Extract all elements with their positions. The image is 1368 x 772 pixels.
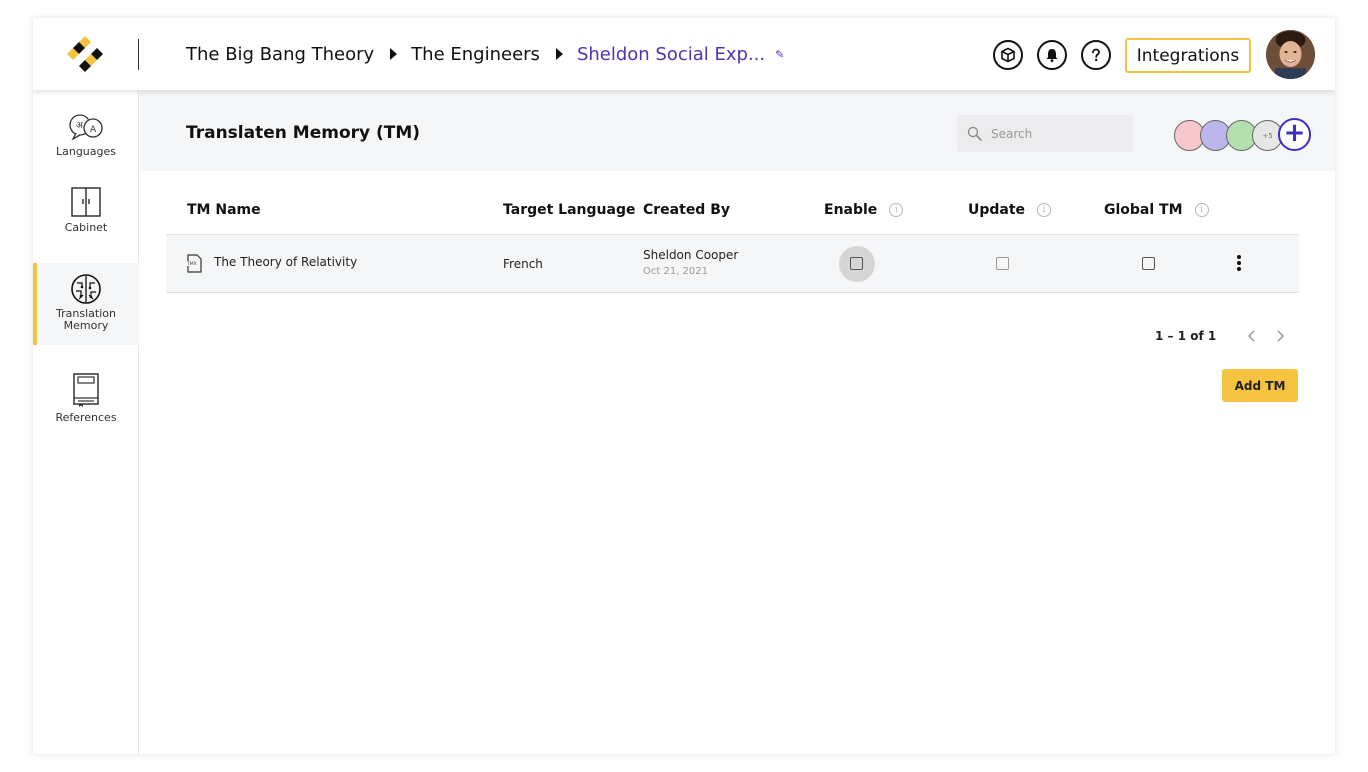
creator-name: Sheldon Cooper — [643, 248, 739, 262]
tm-created-by: Sheldon Cooper Oct 21, 2021 — [643, 248, 738, 277]
breadcrumb-item-team[interactable]: The Engineers — [411, 44, 540, 65]
sidebar-item-languages[interactable]: अ A Languages — [33, 112, 139, 172]
sidebar: अ A Languages Cabinet Translation Memory… — [33, 90, 139, 754]
created-date: Oct 21, 2021 — [643, 266, 708, 277]
page-title: Translaten Memory (TM) — [186, 123, 421, 143]
cube-icon[interactable] — [993, 40, 1023, 70]
column-header-update[interactable]: Update i — [968, 202, 1052, 218]
column-header-enable[interactable]: Enable i — [824, 202, 904, 218]
column-header-created-by[interactable]: Created By — [643, 202, 730, 218]
cabinet-icon — [71, 187, 101, 217]
sidebar-item-label: Languages — [55, 145, 117, 158]
brain-icon — [71, 274, 101, 304]
info-icon[interactable]: i — [1194, 203, 1209, 217]
member-avatars[interactable]: +5 + — [1174, 118, 1314, 152]
update-checkbox[interactable] — [996, 257, 1009, 270]
enable-checkbox[interactable] — [850, 257, 863, 270]
tm-name[interactable]: The Theory of Relativity — [214, 255, 357, 269]
sidebar-item-cabinet[interactable]: Cabinet — [33, 186, 139, 246]
row-menu-icon[interactable] — [1237, 255, 1241, 273]
sidebar-item-label: References — [55, 411, 117, 424]
bell-icon[interactable] — [1037, 40, 1067, 70]
sidebar-item-translation-memory[interactable]: Translation Memory — [33, 263, 139, 345]
column-header-global-tm[interactable]: Global TM i — [1104, 202, 1209, 218]
breadcrumb-separator-icon — [390, 48, 398, 60]
user-avatar[interactable] — [1266, 30, 1315, 79]
main-content: Translaten Memory (TM) +5 + TM Name Tar — [140, 90, 1335, 754]
header-icon-group — [993, 40, 1111, 70]
help-icon[interactable] — [1081, 40, 1111, 70]
tm-target-language: French — [503, 257, 543, 271]
table-row[interactable]: TMX The Theory of Relativity French Shel… — [166, 235, 1299, 293]
info-icon[interactable]: i — [1037, 203, 1052, 217]
column-header-tm-name[interactable]: TM Name — [187, 202, 261, 218]
chevron-left-icon[interactable] — [1244, 328, 1260, 344]
add-tm-button[interactable]: Add TM — [1222, 369, 1298, 402]
search-input[interactable] — [991, 126, 1121, 141]
sidebar-item-references[interactable]: References — [33, 372, 139, 432]
breadcrumb-item-project[interactable]: The Big Bang Theory — [186, 44, 374, 65]
logo-icon[interactable] — [67, 36, 103, 72]
book-icon — [73, 373, 99, 407]
pagination: 1 – 1 of 1 — [1155, 328, 1288, 344]
search-icon — [967, 126, 983, 141]
pagination-range: 1 – 1 of 1 — [1155, 329, 1217, 343]
breadcrumb-separator-icon — [555, 48, 563, 60]
column-header-target-language[interactable]: Target Language — [503, 202, 635, 218]
sidebar-item-label: Translation Memory — [56, 307, 116, 332]
breadcrumb: The Big Bang Theory The Engineers Sheldo… — [186, 18, 784, 90]
sidebar-item-label: Cabinet — [64, 221, 108, 234]
info-icon[interactable]: i — [889, 203, 904, 217]
top-bar: The Big Bang Theory The Engineers Sheldo… — [33, 18, 1335, 90]
integrations-button[interactable]: Integrations — [1125, 38, 1251, 73]
app-window: The Big Bang Theory The Engineers Sheldo… — [33, 18, 1335, 754]
edit-pencil-icon[interactable]: ✎ — [775, 48, 784, 61]
search-box[interactable] — [957, 115, 1133, 152]
breadcrumb-item-current[interactable]: Sheldon Social Exp... — [577, 44, 765, 65]
svg-text:A: A — [90, 125, 97, 135]
tm-file-icon: TMX — [186, 254, 202, 273]
chevron-right-icon[interactable] — [1272, 328, 1288, 344]
languages-icon: अ A — [69, 114, 103, 141]
svg-text:अ: अ — [76, 121, 84, 131]
page-header: Translaten Memory (TM) +5 + — [140, 90, 1335, 171]
add-member-button[interactable]: + — [1278, 118, 1311, 151]
header-divider — [138, 39, 139, 70]
table-header: TM Name Target Language Created By Enabl… — [166, 190, 1299, 235]
svg-text:TMX: TMX — [186, 261, 197, 267]
global-tm-checkbox[interactable] — [1142, 257, 1155, 270]
tm-table: TM Name Target Language Created By Enabl… — [166, 190, 1299, 293]
